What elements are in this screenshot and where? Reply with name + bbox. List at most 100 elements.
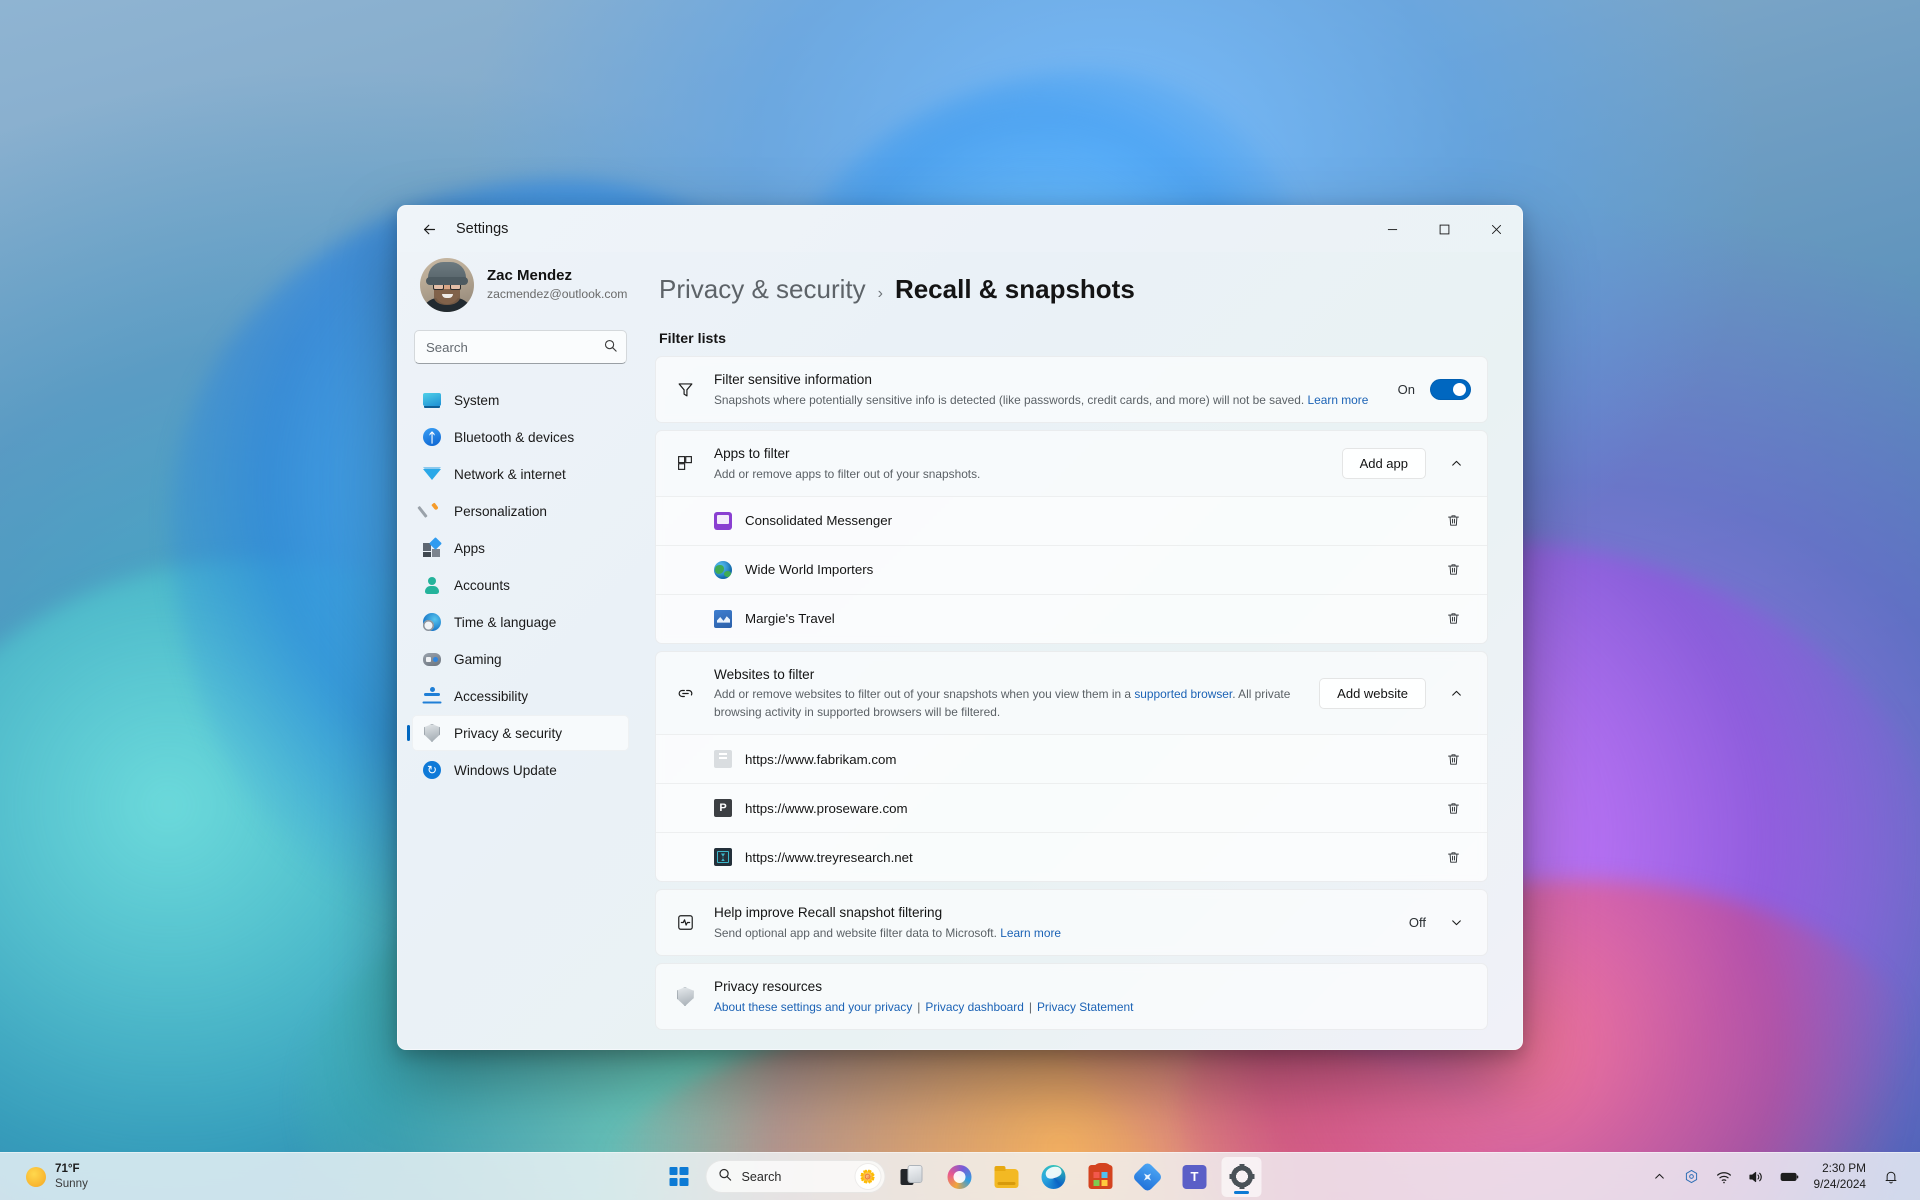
- sidebar-item-privacy-security[interactable]: Privacy & security: [412, 715, 629, 751]
- sidebar-item-personalization[interactable]: Personalization: [412, 493, 629, 529]
- privacy-dashboard-link[interactable]: Privacy dashboard: [925, 1000, 1023, 1014]
- websites-to-filter-desc: Add or remove websites to filter out of …: [714, 685, 1305, 721]
- chevron-up-icon[interactable]: [1441, 448, 1471, 478]
- taskbar-search[interactable]: Search 🌼: [705, 1160, 886, 1193]
- sidebar-item-gaming[interactable]: Gaming: [412, 641, 629, 677]
- websites-to-filter-card: Websites to filter Add or remove website…: [655, 650, 1488, 883]
- add-app-button[interactable]: Add app: [1341, 447, 1426, 479]
- section-title: Filter lists: [659, 331, 727, 347]
- vpn-icon[interactable]: [1677, 1158, 1707, 1196]
- sidebar-item-bluetooth-devices[interactable]: ᛏ Bluetooth & devices: [412, 419, 629, 455]
- sparkle-icon: [1131, 1160, 1164, 1193]
- close-button[interactable]: [1470, 206, 1522, 252]
- trash-icon[interactable]: [1437, 744, 1469, 774]
- chevron-up-icon[interactable]: [1441, 678, 1471, 708]
- link-separator: |: [917, 999, 921, 1014]
- taskbar-app-settings[interactable]: [1221, 1156, 1262, 1197]
- time-language-icon: [423, 613, 441, 631]
- supported-browser-link[interactable]: supported browser: [1134, 687, 1232, 701]
- sun-icon: [26, 1166, 46, 1187]
- sidebar-search: [414, 330, 627, 364]
- trash-icon[interactable]: [1437, 506, 1469, 536]
- sidebar-item-label: Personalization: [454, 503, 547, 519]
- table-row[interactable]: https://www.fabrikam.com: [656, 734, 1487, 784]
- add-website-button[interactable]: Add website: [1319, 677, 1426, 709]
- sidebar-item-windows-update[interactable]: ↻ Windows Update: [412, 752, 629, 788]
- battery-icon[interactable]: [1773, 1158, 1806, 1196]
- notification-bell-button[interactable]: [1876, 1158, 1906, 1196]
- apps-to-filter-card: Apps to filter Add or remove apps to fil…: [655, 429, 1488, 644]
- clock-date: 9/24/2024: [1813, 1176, 1866, 1191]
- table-row[interactable]: Consolidated Messenger: [656, 495, 1487, 545]
- file-explorer-icon: [994, 1165, 1019, 1188]
- apps-grid-icon: [672, 454, 698, 472]
- list-item-label: Wide World Importers: [745, 562, 874, 578]
- table-row[interactable]: P https://www.proseware.com: [656, 783, 1487, 833]
- weather-widget[interactable]: 71°F Sunny: [4, 1157, 102, 1197]
- sidebar-item-system[interactable]: System: [412, 382, 629, 418]
- taskbar-app-copilot[interactable]: [940, 1157, 980, 1197]
- window-controls: [1366, 206, 1522, 252]
- copilot-icon: [947, 1164, 972, 1189]
- taskbar-app-file-explorer[interactable]: [987, 1157, 1027, 1197]
- sidebar-item-accounts[interactable]: Accounts: [412, 567, 629, 603]
- fabrikam-site-icon: [714, 750, 732, 769]
- maximize-button[interactable]: [1418, 206, 1470, 252]
- websites-to-filter-header[interactable]: Websites to filter Add or remove website…: [656, 652, 1487, 735]
- taskbar-app-task-view[interactable]: [893, 1157, 933, 1197]
- help-improve-row[interactable]: Help improve Recall snapshot filtering S…: [656, 890, 1487, 955]
- filter-sensitive-title: Filter sensitive information: [714, 372, 872, 387]
- about-settings-privacy-link[interactable]: About these settings and your privacy: [714, 1000, 912, 1014]
- table-row[interactable]: Wide World Importers: [656, 544, 1487, 594]
- trash-icon[interactable]: [1437, 793, 1469, 823]
- trash-icon[interactable]: [1437, 604, 1469, 634]
- learn-more-link[interactable]: Learn more: [1308, 393, 1369, 407]
- taskbar-app-store[interactable]: [1081, 1157, 1121, 1197]
- trash-icon[interactable]: [1437, 842, 1469, 872]
- taskbar-app-edge[interactable]: [1034, 1157, 1074, 1197]
- breadcrumb-separator: ›: [877, 285, 883, 302]
- learn-more-link[interactable]: Learn more: [1000, 926, 1061, 940]
- filter-sensitive-toggle[interactable]: [1430, 378, 1471, 400]
- taskbar: 71°F Sunny Search 🌼 T 2:30 PM 9/24/2024: [0, 1152, 1920, 1200]
- account-tile[interactable]: Zac Mendez zacmendez@outlook.com: [412, 252, 629, 326]
- sidebar-item-time-language[interactable]: Time & language: [412, 604, 629, 640]
- list-item-label: https://www.fabrikam.com: [745, 751, 897, 767]
- help-improve-title: Help improve Recall snapshot filtering: [714, 905, 943, 921]
- sidebar-item-label: System: [454, 392, 500, 408]
- list-item-label: https://www.treyresearch.net: [745, 849, 913, 865]
- taskbar-app-designer[interactable]: [1128, 1157, 1168, 1197]
- sidebar-item-accessibility[interactable]: Accessibility: [412, 678, 629, 714]
- privacy-resources-links: About these settings and your privacy | Pr…: [714, 998, 1471, 1016]
- apps-to-filter-desc: Add or remove apps to filter out of your…: [714, 466, 981, 481]
- search-input[interactable]: [414, 330, 627, 364]
- speaker-icon[interactable]: [1741, 1158, 1771, 1196]
- taskbar-center: Search 🌼: [659, 1156, 1262, 1197]
- wifi-icon[interactable]: [1709, 1158, 1739, 1196]
- clock[interactable]: 2:30 PM 9/24/2024: [1808, 1161, 1874, 1192]
- funnel-icon: [672, 380, 698, 399]
- sidebar-item-network-internet[interactable]: Network & internet: [412, 456, 629, 492]
- apps-to-filter-header[interactable]: Apps to filter Add or remove apps to fil…: [656, 431, 1487, 496]
- chevron-down-icon[interactable]: [1441, 908, 1471, 938]
- breadcrumb-parent-link[interactable]: Privacy & security: [659, 274, 866, 305]
- taskbar-app-teams[interactable]: [1175, 1157, 1215, 1197]
- start-button[interactable]: [659, 1157, 699, 1197]
- sidebar-item-apps[interactable]: Apps: [412, 530, 629, 566]
- minimize-button[interactable]: [1366, 206, 1418, 252]
- back-button[interactable]: [412, 213, 446, 245]
- privacy-statement-link[interactable]: Privacy Statement: [1037, 1000, 1133, 1014]
- shield-icon: [423, 724, 441, 742]
- table-row[interactable]: https://www.treyresearch.net: [656, 832, 1487, 882]
- sidebar-item-label: Accessibility: [454, 688, 529, 704]
- privacy-resources-card: Privacy resources About these settings a…: [655, 963, 1488, 1031]
- shield-icon: [672, 987, 698, 1007]
- trash-icon[interactable]: [1437, 555, 1469, 585]
- table-row[interactable]: Margie's Travel: [656, 593, 1487, 643]
- lotus-icon[interactable]: 🌼: [855, 1164, 881, 1189]
- tray-overflow-button[interactable]: [1645, 1158, 1675, 1196]
- system-tray: 2:30 PM 9/24/2024: [1645, 1153, 1920, 1200]
- sidebar-item-label: Windows Update: [454, 762, 557, 778]
- window-title: Settings: [456, 221, 509, 237]
- help-improve-state: Off: [1408, 915, 1426, 931]
